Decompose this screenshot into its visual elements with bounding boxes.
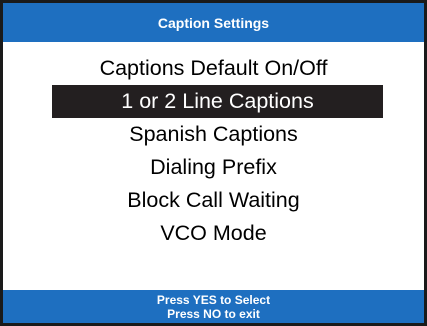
menu-item-line-captions[interactable]: 1 or 2 Line Captions [52,85,383,118]
menu-item-vco-mode[interactable]: VCO Mode [3,217,424,250]
footer-instruction-exit: Press NO to exit [167,306,260,321]
footer-instruction-select: Press YES to Select [156,292,271,307]
menu-item-dialing-prefix[interactable]: Dialing Prefix [3,151,424,184]
menu-item-spanish-captions[interactable]: Spanish Captions [3,118,424,151]
footer-bar: Press YES to Select Press NO to exit [3,290,424,323]
caption-settings-screen: Caption Settings Captions Default On/Off… [0,0,427,326]
page-title: Caption Settings [157,14,270,31]
header-bar: Caption Settings [3,3,424,42]
menu-item-captions-default[interactable]: Captions Default On/Off [3,52,424,85]
menu-item-block-call-waiting[interactable]: Block Call Waiting [3,184,424,217]
settings-menu: Captions Default On/Off 1 or 2 Line Capt… [3,52,424,250]
